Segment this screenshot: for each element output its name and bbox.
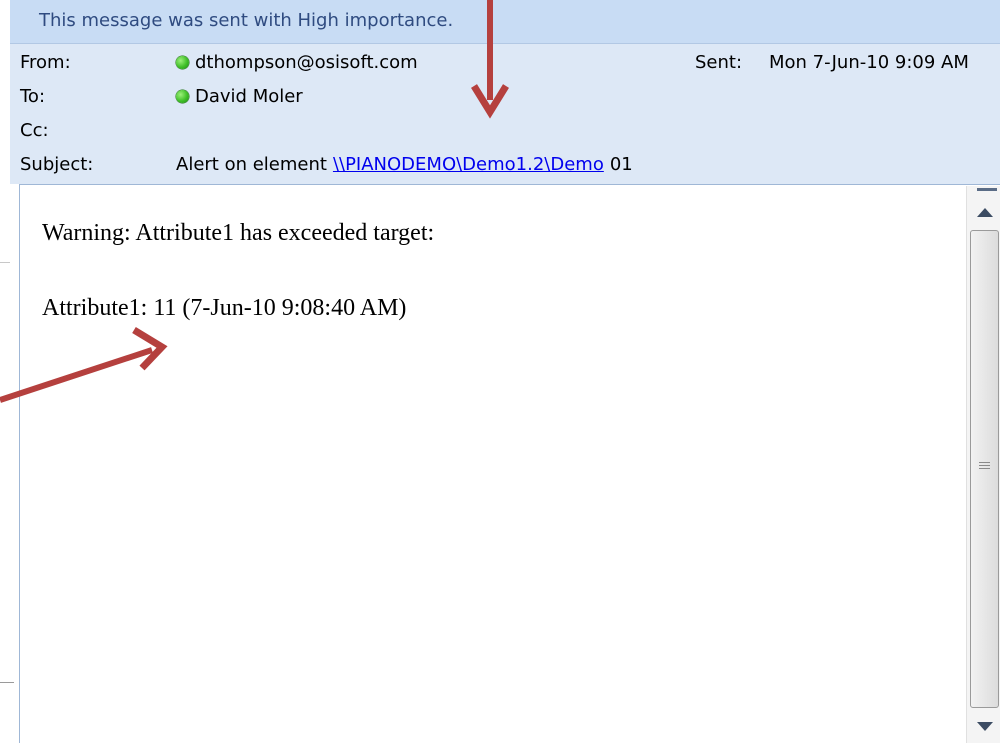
- to-recipient[interactable]: David Moler: [176, 86, 303, 107]
- vertical-scrollbar[interactable]: [966, 186, 1000, 743]
- scrollbar-thumb[interactable]: [970, 230, 999, 708]
- subject-label: Subject:: [20, 154, 94, 175]
- message-body[interactable]: Warning: Attribute1 has exceeded target:…: [19, 184, 1000, 743]
- subject-element-link[interactable]: \\PIANODEMO\Demo1.2\Demo: [333, 154, 604, 175]
- background-divider: [0, 262, 10, 263]
- sent-label: Sent:: [695, 52, 743, 73]
- subject-value: Alert on element \\PIANODEMO\Demo1.2\Dem…: [176, 154, 633, 175]
- subject-suffix: 01: [609, 154, 633, 175]
- background-divider: [0, 682, 14, 683]
- outlook-message-view: This message was sent with High importan…: [0, 0, 1000, 743]
- scroll-down-arrow-icon[interactable]: [977, 722, 993, 731]
- to-name[interactable]: David Moler: [195, 86, 303, 107]
- to-label: To:: [20, 86, 46, 107]
- importance-banner-text: This message was sent with High importan…: [39, 10, 454, 31]
- presence-online-icon: [176, 56, 189, 69]
- scrollbar-grip-icon: [979, 462, 990, 470]
- scroll-up-arrow-icon[interactable]: [977, 208, 993, 217]
- body-warning-line: Warning: Attribute1 has exceeded target:: [42, 220, 435, 246]
- subject-prefix: Alert on element: [176, 154, 327, 175]
- from-address[interactable]: dthompson@osisoft.com: [195, 52, 418, 73]
- cc-label: Cc:: [20, 120, 49, 141]
- scrollbar-split-handle[interactable]: [977, 188, 997, 191]
- from-sender[interactable]: dthompson@osisoft.com: [176, 52, 418, 73]
- body-value-line: Attribute1: 11 (7-Jun-10 9:08:40 AM): [42, 295, 407, 321]
- presence-online-icon: [176, 90, 189, 103]
- importance-infobar[interactable]: This message was sent with High importan…: [10, 0, 1000, 44]
- sent-value: Mon 7-Jun-10 9:09 AM: [769, 52, 969, 73]
- from-label: From:: [20, 52, 71, 73]
